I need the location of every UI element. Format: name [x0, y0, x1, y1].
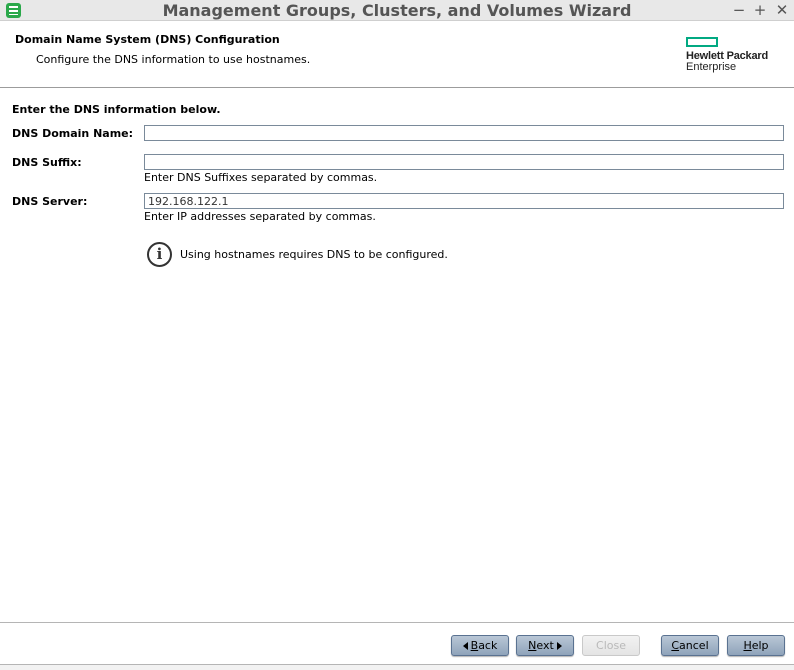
title-bar[interactable]: Management Groups, Clusters, and Volumes… [0, 0, 794, 21]
footer-divider [0, 622, 794, 623]
chevron-left-icon [462, 642, 468, 650]
window-bottom-edge [0, 664, 794, 670]
dns-suffix-input[interactable] [144, 154, 784, 170]
chevron-right-icon [556, 642, 562, 650]
wizard-header: Domain Name System (DNS) Configuration C… [0, 22, 794, 88]
maximize-button[interactable]: + [751, 1, 769, 19]
dns-domain-name-input[interactable] [144, 125, 784, 141]
page-title: Domain Name System (DNS) Configuration [15, 33, 280, 46]
dns-server-input[interactable] [144, 193, 784, 209]
help-button[interactable]: Help [727, 635, 785, 656]
next-button[interactable]: Next [516, 635, 574, 656]
dns-suffix-hint: Enter DNS Suffixes separated by commas. [144, 171, 378, 184]
info-text: Using hostnames requires DNS to be confi… [180, 248, 448, 261]
hpe-logo-mark-icon [686, 37, 718, 47]
hpe-logo: Hewlett Packard Enterprise [686, 37, 768, 73]
form-intro: Enter the DNS information below. [12, 103, 221, 116]
dns-server-hint: Enter IP addresses separated by commas. [144, 210, 376, 223]
page-subtitle: Configure the DNS information to use hos… [36, 53, 311, 66]
minimize-button[interactable]: − [730, 1, 748, 19]
dns-server-label: DNS Server: [12, 195, 88, 208]
dns-suffix-label: DNS Suffix: [12, 156, 82, 169]
close-button[interactable]: Close [582, 635, 640, 656]
close-window-button[interactable]: ✕ [773, 1, 791, 19]
back-button[interactable]: Back [451, 635, 509, 656]
window-title: Management Groups, Clusters, and Volumes… [162, 1, 632, 20]
cancel-button[interactable]: Cancel [661, 635, 719, 656]
dns-domain-name-label: DNS Domain Name: [12, 127, 134, 140]
logo-text-line2: Enterprise [686, 61, 737, 73]
info-icon: i [147, 242, 172, 267]
